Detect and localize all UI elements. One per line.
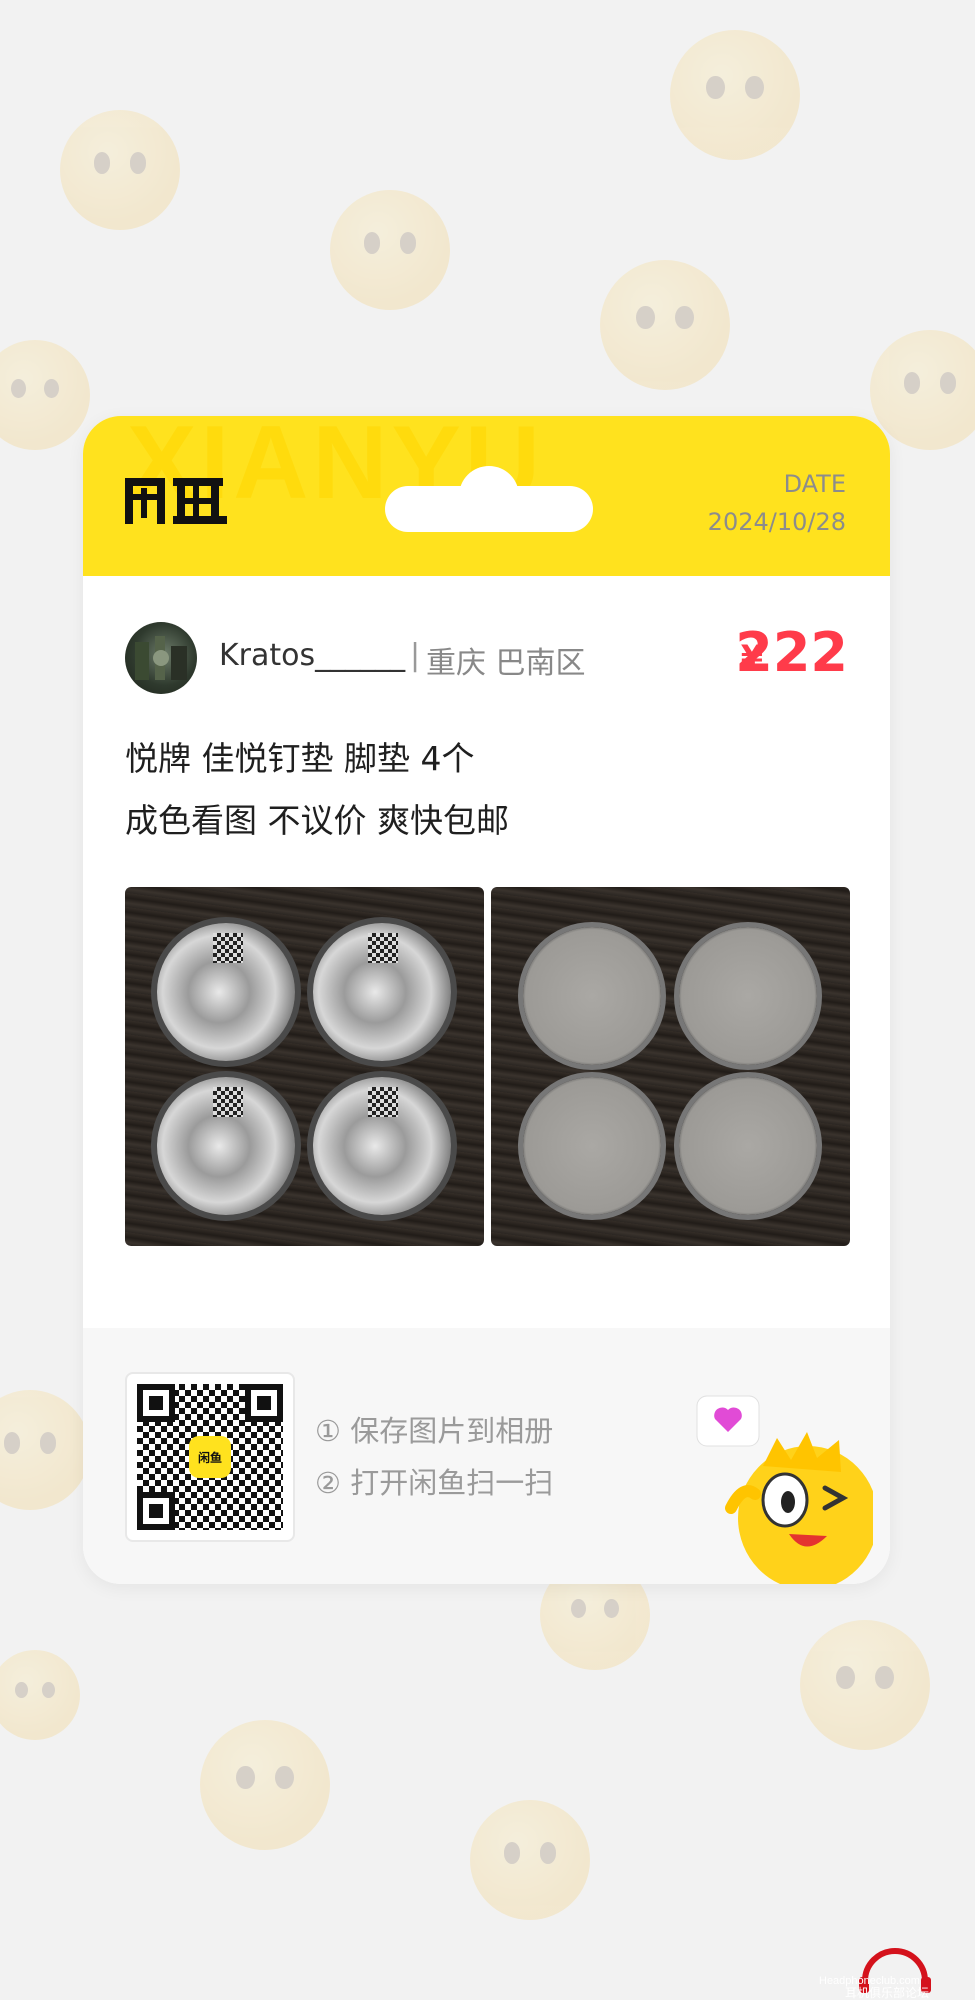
qr-finder-icon <box>137 1492 175 1530</box>
scan-qr-code[interactable]: 闲鱼 <box>125 1372 295 1542</box>
felt-pad-image <box>679 1077 817 1215</box>
seller-location: 重庆 巴南区 <box>426 646 586 681</box>
site-logo-cn-name: 耳机俱乐部论坛 <box>845 1985 929 2000</box>
background-emoji-decoration <box>600 260 730 390</box>
qr-center-logo: 闲鱼 <box>189 1436 231 1478</box>
background-emoji-decoration <box>60 110 180 230</box>
felt-pad-image <box>679 927 817 1065</box>
felt-pad-image <box>523 1077 661 1215</box>
date-label: DATE <box>783 470 846 498</box>
instruction-step-scan: ② 打开闲鱼扫一扫 <box>315 1466 554 1500</box>
product-photo-top[interactable] <box>125 887 484 1246</box>
background-emoji-decoration <box>330 190 450 310</box>
seller-avatar[interactable] <box>125 622 197 694</box>
date-value: 2024/10/28 <box>707 508 846 536</box>
background-emoji-decoration <box>800 1620 930 1750</box>
engraved-qr-icon <box>368 1087 398 1117</box>
product-photo-bottom[interactable] <box>491 887 850 1246</box>
username-location-separator: | <box>410 638 421 673</box>
qr-finder-icon <box>137 1384 175 1422</box>
header-pill <box>385 486 593 532</box>
listing-share-card: XIANYU DATE 2024/10/28 Kratos______ | 重庆 <box>83 416 890 1584</box>
background-emoji-decoration <box>670 30 800 160</box>
headphoneclub-site-logo: Headphoneclub.com 耳机俱乐部论坛 <box>819 1948 931 2000</box>
background-emoji-decoration <box>200 1720 330 1850</box>
qr-finder-icon <box>245 1384 283 1422</box>
xianyu-logo-icon <box>125 478 227 524</box>
instruction-step-save: ① 保存图片到相册 <box>315 1414 554 1448</box>
felt-pad-image <box>523 927 661 1065</box>
card-footer: 闲鱼 ① 保存图片到相册 ② 打开闲鱼扫一扫 <box>83 1328 890 1584</box>
seller-username[interactable]: Kratos______ <box>219 638 405 673</box>
xianyu-mascot-icon <box>696 1395 873 1584</box>
engraved-qr-icon <box>368 933 398 963</box>
card-header: XIANYU DATE 2024/10/28 <box>83 416 890 576</box>
avatar-image-icon <box>135 636 187 680</box>
listing-title-line: 悦牌 佳悦钉垫 脚垫 4个 <box>125 739 475 778</box>
background-emoji-decoration <box>470 1800 590 1920</box>
listing-title-line: 成色看图 不议价 爽快包邮 <box>125 801 509 840</box>
listing-title: 悦牌 佳悦钉垫 脚垫 4个 成色看图 不议价 爽快包邮 <box>125 728 845 852</box>
background-emoji-decoration <box>0 1390 90 1510</box>
background-emoji-decoration <box>0 340 90 450</box>
engraved-qr-icon <box>213 933 243 963</box>
background-emoji-decoration <box>0 1650 80 1740</box>
engraved-qr-icon <box>213 1087 243 1117</box>
price-value: 222 <box>735 621 848 684</box>
